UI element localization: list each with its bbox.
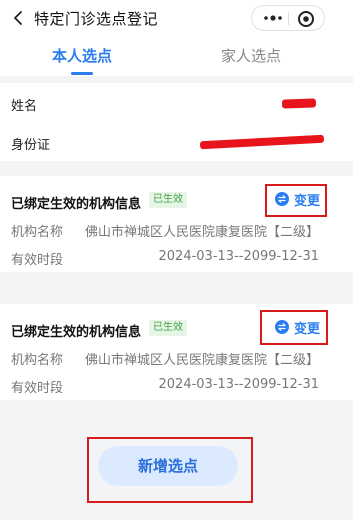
- change-button-label: 变更: [294, 321, 321, 337]
- status-badge: 已生效: [149, 320, 187, 336]
- card-title: 已绑定生效的机构信息: [11, 197, 142, 212]
- valid-period-value: 2024-03-13--2099-12-31: [158, 249, 319, 264]
- tab-family-selection[interactable]: 家人选点: [221, 45, 281, 66]
- institution-name-label: 机构名称: [11, 353, 64, 368]
- bound-institution-card: 已绑定生效的机构信息 已生效 变更 机构名称 佛山市禅城区人民医院康复医院【二级…: [0, 176, 353, 272]
- change-button[interactable]: 变更: [275, 316, 320, 338]
- valid-period-value: 2024-03-13--2099-12-31: [158, 377, 319, 392]
- institution-name-value: 佛山市禅城区人民医院康复医院【二级】: [84, 225, 319, 240]
- card-title: 已绑定生效的机构信息: [11, 325, 142, 340]
- id-label: 身份证: [11, 138, 51, 153]
- institution-name-label: 机构名称: [11, 225, 64, 240]
- tab-bar: 本人选点 家人选点: [0, 36, 353, 76]
- mini-program-capsule: [251, 5, 325, 31]
- bound-institution-card: 已绑定生效的机构信息 已生效 变更 机构名称 佛山市禅城区人民医院康复医院【二级…: [0, 304, 353, 400]
- back-chevron-icon[interactable]: [10, 9, 28, 27]
- swap-icon: [275, 320, 289, 334]
- change-button-label: 变更: [294, 193, 321, 209]
- id-redaction: [199, 134, 325, 150]
- valid-period-label: 有效时段: [11, 381, 64, 396]
- tab-self-selection[interactable]: 本人选点: [52, 45, 112, 66]
- page-title: 特定门诊选点登记: [34, 10, 159, 28]
- personal-info-card: 姓名 身份证: [0, 83, 353, 161]
- more-dots-icon[interactable]: [262, 10, 284, 26]
- valid-period-label: 有效时段: [11, 253, 64, 268]
- status-badge: 已生效: [149, 192, 187, 208]
- active-tab-indicator: [71, 72, 93, 75]
- name-redaction: [281, 98, 317, 109]
- institution-name-value: 佛山市禅城区人民医院康复医院【二级】: [84, 353, 319, 368]
- target-icon[interactable]: [297, 10, 315, 28]
- name-label: 姓名: [11, 99, 38, 114]
- capsule-divider: [288, 12, 289, 25]
- change-button[interactable]: 变更: [275, 188, 320, 210]
- swap-icon: [275, 192, 289, 206]
- add-selection-button[interactable]: 新增选点: [98, 446, 238, 486]
- header-bar: 特定门诊选点登记: [0, 0, 353, 36]
